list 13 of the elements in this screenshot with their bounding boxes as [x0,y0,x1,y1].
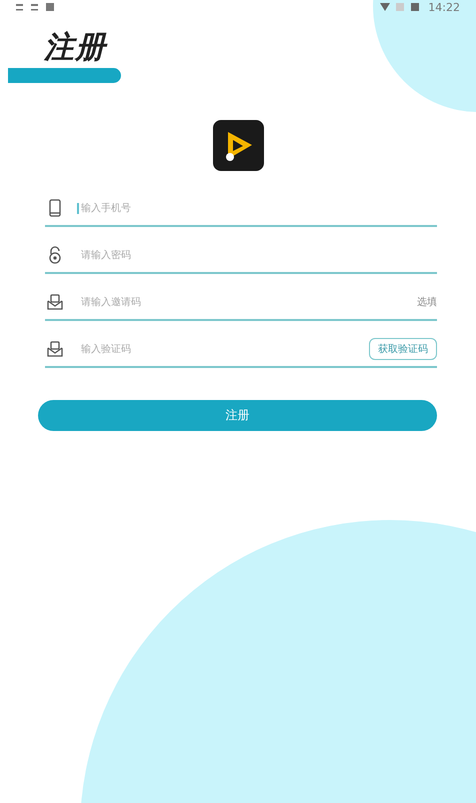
lock-icon [47,246,63,264]
page-title: 注册 [44,30,106,66]
phone-icon [47,199,63,217]
get-code-button[interactable]: 获取验证码 [369,338,437,360]
input-field[interactable]: 输入验证码 [77,344,355,354]
optional-label: 选填 [417,296,437,309]
app-logo-icon [212,120,264,171]
envelope-icon [47,340,63,358]
register-button[interactable]: 注册 [38,400,437,431]
input-field[interactable]: 输入手机号 [77,202,437,214]
envelope-icon [47,293,63,311]
input-field[interactable]: 请输入邀请码 [77,296,403,308]
status-time: 14:22 [428,0,460,14]
